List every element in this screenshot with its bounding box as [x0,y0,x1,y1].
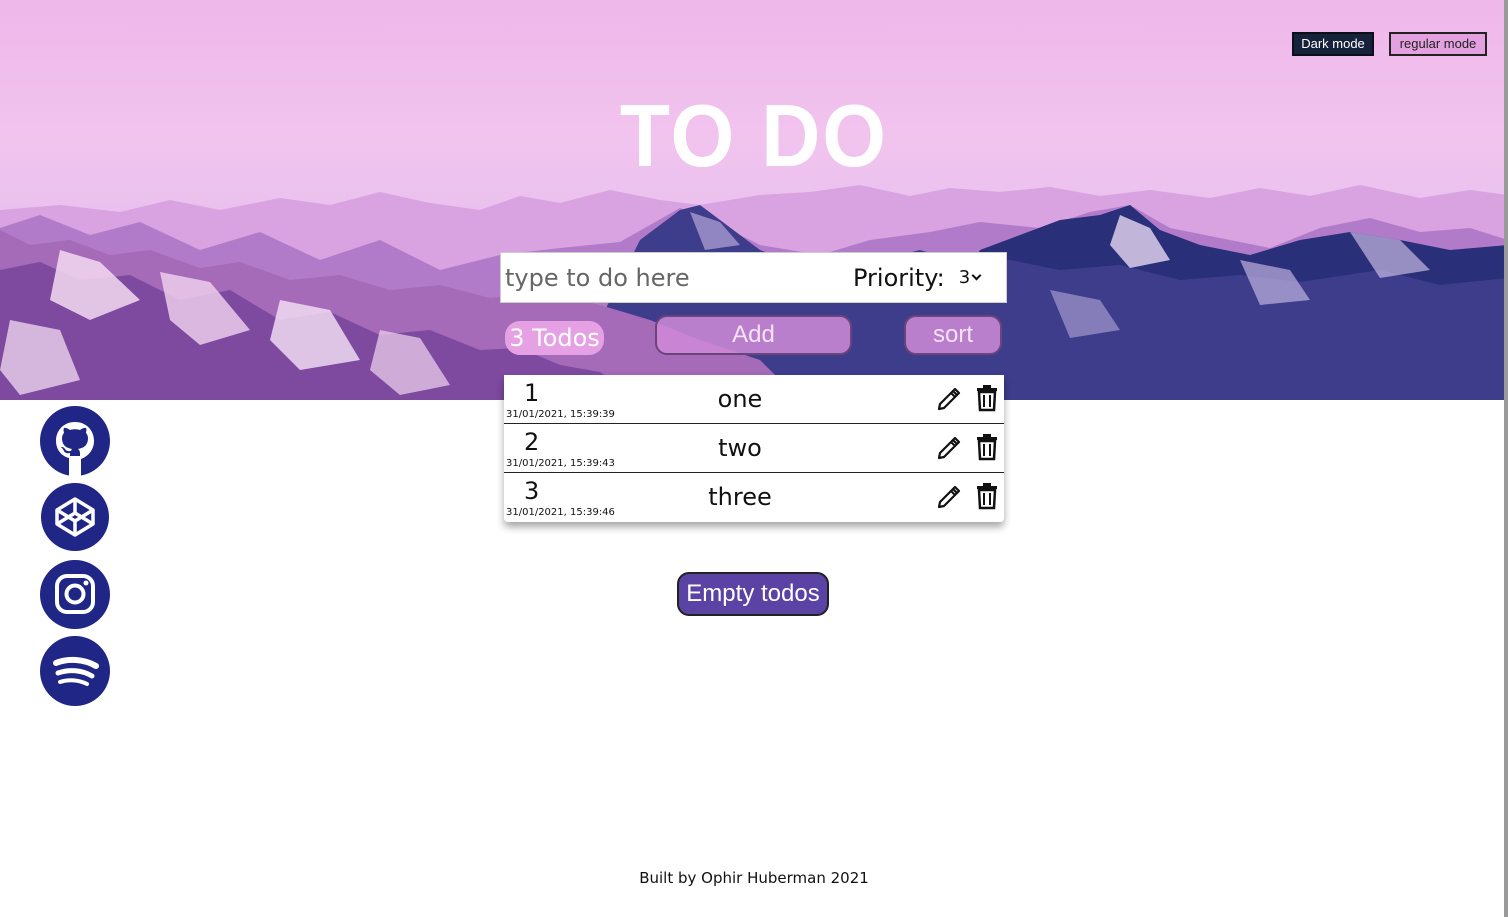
codepen-link[interactable] [41,483,109,551]
todo-text: two [718,434,762,462]
codepen-icon [55,497,95,537]
todo-counter: 3 Todos [505,321,604,355]
todo-item: 2 31/01/2021, 15:39:43 two [504,424,1004,473]
trash-icon[interactable] [976,384,998,412]
instagram-link[interactable] [40,560,110,629]
todo-list: 1 31/01/2021, 15:39:39 one 2 31/01/2021,… [504,375,1004,522]
todo-form: Priority: 3 [500,252,1007,303]
todo-text: three [708,483,772,511]
priority-label: Priority: [853,263,945,292]
todo-text: one [717,385,763,413]
app-root: Dark mode regular mode TO DO Priority: 3… [0,0,1508,917]
spotify-icon [53,656,99,686]
dark-mode-button[interactable]: Dark mode [1292,32,1374,56]
add-button[interactable]: Add [655,315,852,355]
sort-button[interactable]: sort [904,315,1002,355]
trash-icon[interactable] [976,433,998,461]
scrollbar[interactable] [1504,0,1508,917]
github-link[interactable] [40,406,110,476]
pencil-icon[interactable] [936,385,962,411]
priority-value: 3 [958,267,971,288]
todo-item: 1 31/01/2021, 15:39:39 one [504,375,1004,424]
pencil-icon[interactable] [936,434,962,460]
github-icon [56,422,94,476]
todo-item: 3 31/01/2021, 15:39:46 three [504,473,1004,522]
spotify-link[interactable] [40,636,110,706]
trash-icon[interactable] [976,482,998,510]
instagram-icon [55,574,95,614]
regular-mode-button[interactable]: regular mode [1389,32,1487,56]
priority-select[interactable]: 3 [958,267,982,288]
page-title: TO DO [619,87,889,186]
pencil-icon[interactable] [936,483,962,509]
todo-input[interactable] [501,263,821,292]
empty-todos-button[interactable]: Empty todos [677,572,829,616]
chevron-down-icon [971,270,982,281]
footer-credit: Built by Ophir Huberman 2021 [639,869,869,887]
